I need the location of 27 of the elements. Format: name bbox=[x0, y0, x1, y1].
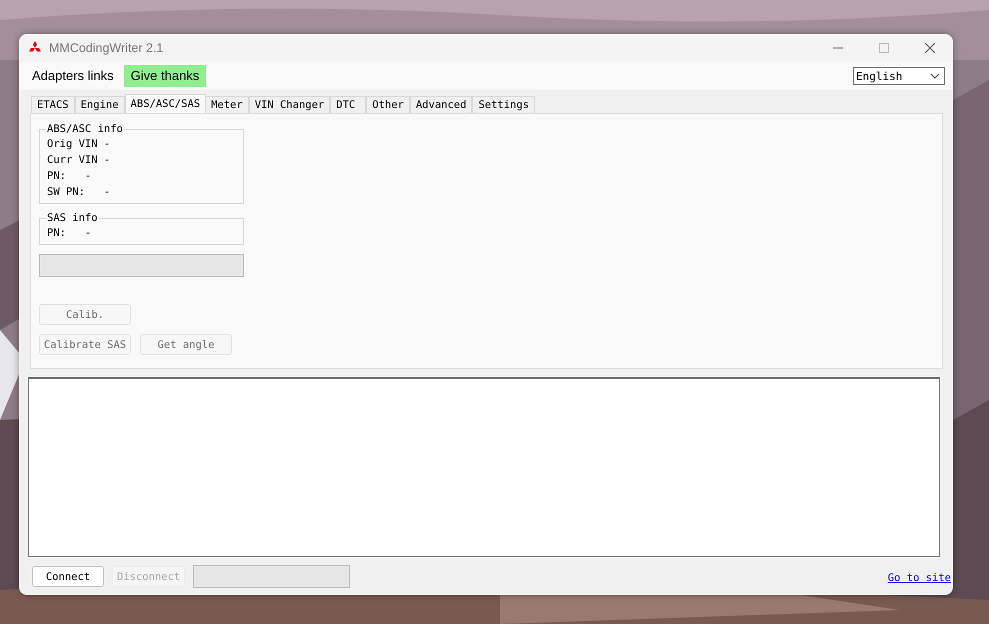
group-title: SAS info bbox=[46, 212, 99, 224]
group-title: ABS/ASC info bbox=[46, 123, 124, 135]
maximize-icon bbox=[879, 43, 889, 53]
close-icon bbox=[925, 43, 935, 53]
minimize-icon bbox=[833, 47, 843, 49]
info-line: PN: - bbox=[47, 227, 92, 240]
chevron-down-icon bbox=[930, 73, 940, 79]
info-line: Curr VIN - bbox=[47, 154, 110, 167]
tab[interactable]: VIN Changer bbox=[248, 96, 330, 113]
info-line: PN: - bbox=[47, 170, 92, 183]
info-line: Orig VIN - bbox=[47, 138, 110, 151]
menu-item[interactable]: Give thanks bbox=[124, 65, 206, 87]
site-link[interactable]: Go to site bbox=[888, 572, 951, 584]
connection-button[interactable]: Connect bbox=[32, 566, 104, 587]
tab[interactable]: Meter bbox=[205, 96, 249, 113]
tab[interactable]: DTC bbox=[330, 96, 366, 113]
language-select[interactable]: English bbox=[853, 67, 945, 85]
tab[interactable]: Advanced bbox=[410, 96, 472, 113]
info-line: SW PN: - bbox=[47, 186, 110, 199]
menu-item[interactable]: Adapters links bbox=[25, 65, 121, 87]
tab[interactable]: ABS/ASC/SAS bbox=[124, 94, 206, 113]
tab[interactable]: Engine bbox=[74, 96, 125, 113]
tab[interactable]: Settings bbox=[472, 96, 536, 113]
tab[interactable]: Other bbox=[366, 96, 410, 113]
tab[interactable]: ETACS bbox=[31, 96, 75, 113]
log-area[interactable] bbox=[28, 377, 940, 557]
window-title: MMCodingWriter 2.1 bbox=[49, 41, 164, 55]
